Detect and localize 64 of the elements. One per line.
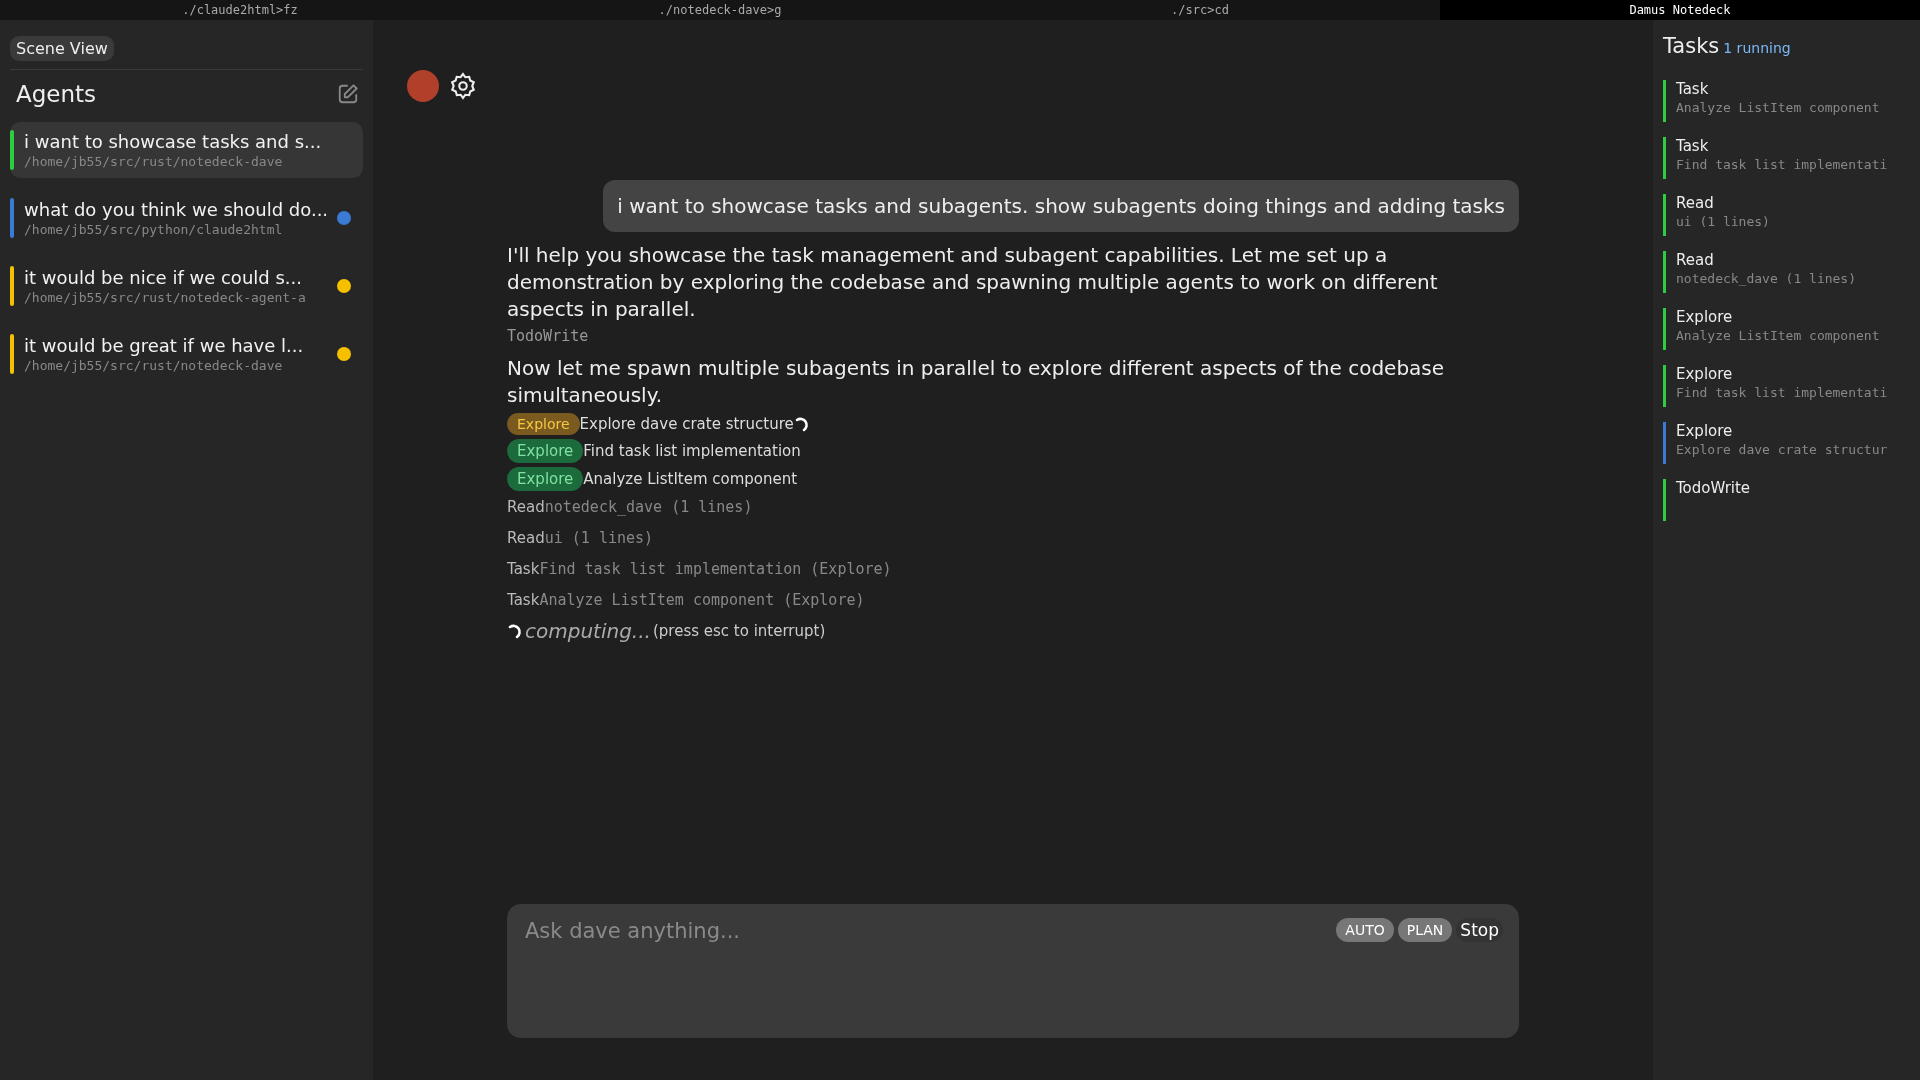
task-name[interactable]: Task [1676,80,1880,98]
task-detail: Analyze ListItem component [1676,328,1880,343]
stop-button[interactable]: Stop [1456,918,1503,942]
mode-button[interactable]: PLAN [1397,918,1453,942]
subagent-badge: Explore [507,467,584,491]
assistant-message: I'll help you showcase the task management and subagent capabilities. Let me set up a demonstration by exploring the codebase and spawning multiple agents to work on different aspects in parallel. [507,242,1439,323]
mode-button[interactable]: AUTO [1336,918,1394,942]
tool-call-label: TodoWrite [507,327,589,345]
subagent-description: Explore dave crate structure [579,415,794,433]
tool-name: Read [507,498,545,516]
spinner-icon [507,623,523,639]
subagent-description: Analyze ListItem component [583,470,798,488]
agent-path: /home/jb55/src/rust/notedeck-dave [24,358,284,373]
agent-title: it would be nice if we could s... [24,267,303,288]
agent-item[interactable]: it would be great if we have l... /home/jb55/src/rust/notedeck-dave [10,326,363,382]
agent-path: /home/jb55/src/python/claude2html [24,222,284,237]
terminal-tab[interactable]: ./claude2html>fz [0,0,480,20]
task-name[interactable]: Read [1676,194,1770,212]
task-detail: Explore dave crate structur [1676,442,1888,457]
settings-icon[interactable] [449,72,477,100]
subagent-badge: Explore [507,439,584,463]
terminal-tab[interactable]: Damus Notedeck [1440,0,1920,20]
message-input[interactable]: Ask dave anything... AUTO PLAN Stop [507,904,1519,1038]
spinner-icon [793,416,810,432]
sidebar-title: Agents [16,81,97,107]
user-message: i want to showcase tasks and subagents. show subagents doing things and adding tasks [603,180,1519,232]
tool-detail: Analyze ListItem component (Explore) [539,591,865,609]
subagent-description: Find task list implementation [583,442,801,460]
task-name[interactable]: Read [1676,251,1856,269]
task-name[interactable]: Task [1676,137,1888,155]
task-name[interactable]: Explore [1676,308,1880,326]
terminal-tab[interactable]: ./notedeck-dave>g [480,0,960,20]
tool-detail: notedeck_dave (1 lines) [544,498,753,516]
agent-item[interactable]: what do you think we should do... /home/jb55/src/python/claude2html [10,190,363,246]
running-count: 1 running [1723,40,1791,56]
agent-title: i want to showcase tasks and s... [24,131,323,152]
agent-path: /home/jb55/src/rust/notedeck-dave [24,154,284,169]
new-chat-icon[interactable] [337,83,359,105]
task-name[interactable]: Explore [1676,422,1888,440]
tool-name: Task [507,560,540,578]
terminal-tab[interactable]: ./src>cd [960,0,1440,20]
task-detail: notedeck_dave (1 lines) [1676,271,1856,286]
tool-name: Task [507,591,540,609]
subagent-badge: Explore [507,413,580,435]
tool-detail: ui (1 lines) [544,529,654,547]
agent-path: /home/jb55/src/rust/notedeck-agent-a [24,290,307,305]
agent-item[interactable]: it would be nice if we could s... /home/jb55/src/rust/notedeck-agent-a [10,258,363,314]
assistant-message: Now let me spawn multiple subagents in parallel to explore different aspects of the codebase simultaneously. [507,355,1446,409]
status-text: computing... [525,619,651,643]
avatar-circle[interactable] [407,70,439,102]
task-name[interactable]: Explore [1676,365,1888,383]
interrupt-hint: (press esc to interrupt) [652,622,826,640]
panel-title: Tasks [1663,34,1720,58]
scene-view-button[interactable]: Scene View [10,36,114,61]
agent-item[interactable]: i want to showcase tasks and s... /home/jb55/src/rust/notedeck-dave [10,122,363,178]
tool-detail: Find task list implementation (Explore) [539,560,892,578]
task-detail: ui (1 lines) [1676,214,1770,229]
agent-title: it would be great if we have l... [24,335,305,356]
tool-name: Read [507,529,545,547]
task-detail: Analyze ListItem component [1676,100,1880,115]
task-detail: Find task list implementati [1676,385,1888,400]
task-detail: Find task list implementati [1676,157,1888,172]
task-name[interactable]: TodoWrite [1676,479,1751,497]
agent-title: what do you think we should do... [24,199,330,220]
